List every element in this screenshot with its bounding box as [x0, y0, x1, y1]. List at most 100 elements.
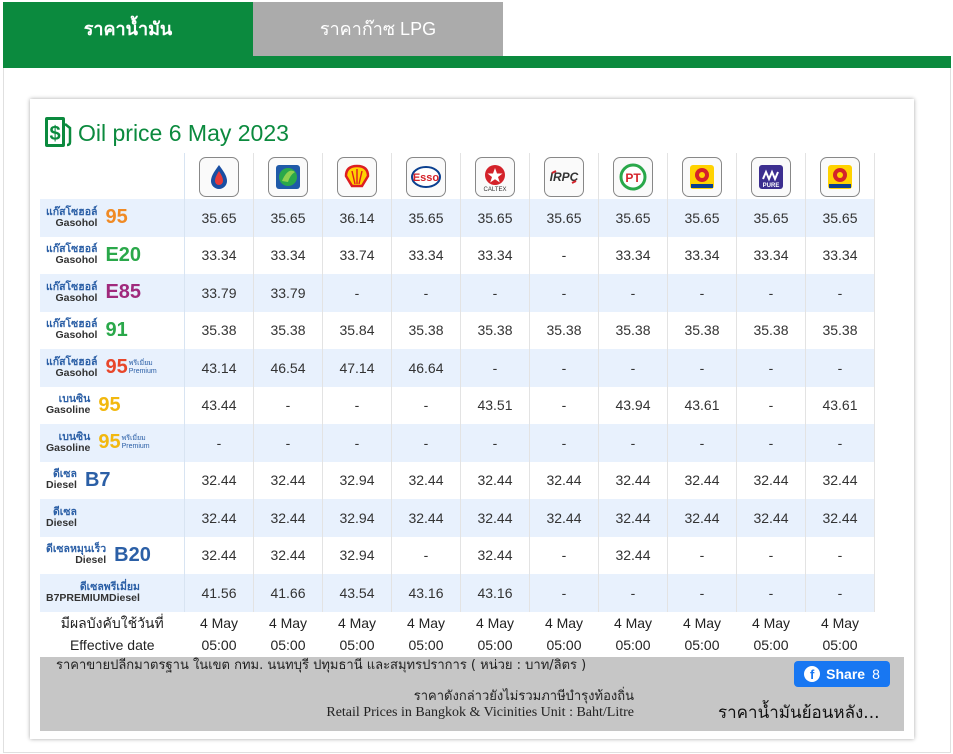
price-cell: 32.44	[460, 499, 530, 537]
price-cell: 32.44	[805, 499, 875, 537]
tab-underline	[3, 56, 951, 68]
price-cell: -	[736, 574, 806, 612]
price-cell: 46.64	[391, 349, 461, 387]
fuel-name-english: Diesel	[46, 479, 77, 492]
effective-date-cell: 4 May 05:00	[599, 612, 668, 656]
price-cell: 43.94	[598, 386, 668, 424]
ptt-logo-icon	[199, 157, 239, 197]
price-row: ดีเซล Diesel 32.44 32.44 32.94 32.44 32.44 32.4…	[40, 499, 875, 537]
price-cell: 43.44	[184, 386, 254, 424]
fuel-name: แก๊สโซฮอล์ Gasohol	[46, 319, 97, 341]
unit-note: Retail Prices in Bangkok & Vicinities Un…	[326, 705, 634, 720]
price-cell: 35.65	[805, 199, 875, 237]
fuel-grade: B20	[114, 543, 151, 566]
fuel-type-cell: ดีเซล Diesel B7	[40, 461, 185, 499]
price-cell: -	[736, 536, 806, 574]
fuel-grade: 95	[98, 393, 121, 416]
fuel-grade: 91	[105, 318, 128, 341]
price-history-link[interactable]: ราคาน้ำมันย้อนหลัง...	[718, 699, 880, 726]
price-cell: -	[529, 424, 599, 462]
price-row: ดีเซล Diesel B7 32.44 32.44 32.94 32.44 32.44 32…	[40, 461, 875, 499]
effective-date: 4 May	[613, 614, 653, 631]
price-cell: 43.54	[322, 574, 392, 612]
price-cell: 32.44	[253, 499, 323, 537]
price-cell: -	[184, 424, 254, 462]
facebook-icon: f	[804, 666, 821, 682]
fuel-grade: E20	[105, 243, 142, 266]
brand-header-cell	[805, 153, 875, 199]
share-label: Share	[826, 666, 866, 682]
fuel-name: แก๊สโซฮอล์ Gasohol	[46, 356, 98, 379]
effective-date-cell: 4 May 05:00	[254, 612, 323, 656]
pure-logo-icon: PURE	[751, 157, 791, 197]
caltex-logo-icon: CALTEX	[475, 157, 515, 197]
price-cell: 32.44	[460, 461, 530, 499]
price-cell: -	[391, 274, 461, 312]
fuel-label: แก๊สโซฮอล์ Gasohol 91	[46, 319, 184, 342]
effective-date-cell: 4 May 05:00	[185, 612, 254, 656]
susco-logo-icon	[682, 157, 722, 197]
price-cell: 35.38	[598, 311, 668, 349]
fuel-label: ดีเซลหมุนเร็ว Diesel B20	[46, 544, 184, 567]
price-cell: 36.14	[322, 199, 392, 237]
price-cell: 47.14	[322, 349, 392, 387]
price-cell: 33.79	[184, 274, 254, 312]
brand-logo-row: Esso CALTEX IRPC PT PURE	[40, 153, 875, 199]
price-cell: 35.38	[529, 311, 599, 349]
price-cell: 32.44	[529, 499, 599, 537]
price-row: แก๊สโซฮอล์ Gasohol E85 33.79 33.79- - - - - - - -	[40, 274, 875, 312]
price-cell: 32.44	[598, 536, 668, 574]
price-cell: 32.44	[598, 461, 668, 499]
fuel-type-cell: เบนซิน Gasoline 95	[40, 386, 185, 424]
fuel-name: แก๊สโซฮอล์ Gasohol	[46, 206, 97, 229]
fuel-name: แก๊สโซฮอล์ Gasohol	[46, 281, 97, 304]
price-cell: 32.44	[184, 461, 254, 499]
price-cell: -	[667, 349, 737, 387]
dollar-pump-icon: $	[45, 117, 72, 147]
price-cell: 41.66	[253, 574, 323, 612]
effective-date-cell: 4 May 05:00	[737, 612, 806, 656]
price-cell: 43.51	[460, 386, 530, 424]
effective-time: 05:00	[339, 636, 375, 653]
price-cell: -	[667, 536, 737, 574]
facebook-share-button[interactable]: f Share 8	[794, 661, 890, 687]
effective-label-thai: มีผลบังคับใช้วันที่	[60, 614, 164, 631]
price-row: แก๊สโซฮอล์ Gasohol E20 33.34 33.34 33.74 33.34…	[40, 236, 875, 274]
fuel-tabs: ราคาน้ำมัน ราคาก๊าซ LPG	[3, 2, 951, 56]
price-cell: -	[736, 424, 806, 462]
price-cell: -	[391, 536, 461, 574]
price-cell: -	[391, 424, 461, 462]
price-cell: -	[460, 424, 530, 462]
effective-date-cell: 4 May 05:00	[392, 612, 461, 656]
price-cell: 35.38	[253, 311, 323, 349]
effective-date-label: มีผลบังคับใช้วันที่ Effective date	[40, 612, 185, 656]
effective-date: 4 May	[337, 614, 377, 631]
fuel-name-english: Gasohol	[55, 366, 98, 379]
price-cell: 32.44	[667, 499, 737, 537]
shell-logo-icon	[337, 157, 377, 197]
tab-lpg-price[interactable]: ราคาก๊าซ LPG	[253, 2, 503, 56]
effective-date: 4 May	[199, 614, 239, 631]
price-cell: 35.65	[736, 199, 806, 237]
fuel-type-cell: แก๊สโซฮอล์ Gasohol 95 พรีเมี่ยม Premium	[40, 349, 185, 387]
price-cell: 33.34	[805, 236, 875, 274]
effective-date-cell: 4 May 05:00	[461, 612, 530, 656]
price-cell: 43.14	[184, 349, 254, 387]
card-header: $ Oil price 6 May 2023	[44, 115, 289, 151]
price-cell: 32.44	[460, 536, 530, 574]
effective-date: 4 May	[751, 614, 791, 631]
price-cell: -	[322, 424, 392, 462]
fuel-label: เบนซิน Gasoline 95	[46, 394, 184, 417]
price-cell: -	[529, 274, 599, 312]
price-note: ราคาขายปลีกมาตรฐาน ในเขต กทม. นนทบุรี ปท…	[56, 658, 587, 673]
price-cell: -	[391, 386, 461, 424]
effective-date-cell: 4 May 05:00	[323, 612, 392, 656]
price-cell: 33.74	[322, 236, 392, 274]
effective-date: 4 May	[406, 614, 446, 631]
fuel-label: ดีเซล Diesel B7	[46, 469, 184, 492]
fuel-label: แก๊สโซฮอล์ Gasohol E85	[46, 281, 184, 304]
price-cell: 33.34	[460, 236, 530, 274]
price-row: แก๊สโซฮอล์ Gasohol 95 พรีเมี่ยม Premium 43.1…	[40, 349, 875, 387]
pt-logo-icon: PT	[613, 157, 653, 197]
tab-oil-price[interactable]: ราคาน้ำมัน	[3, 2, 253, 56]
